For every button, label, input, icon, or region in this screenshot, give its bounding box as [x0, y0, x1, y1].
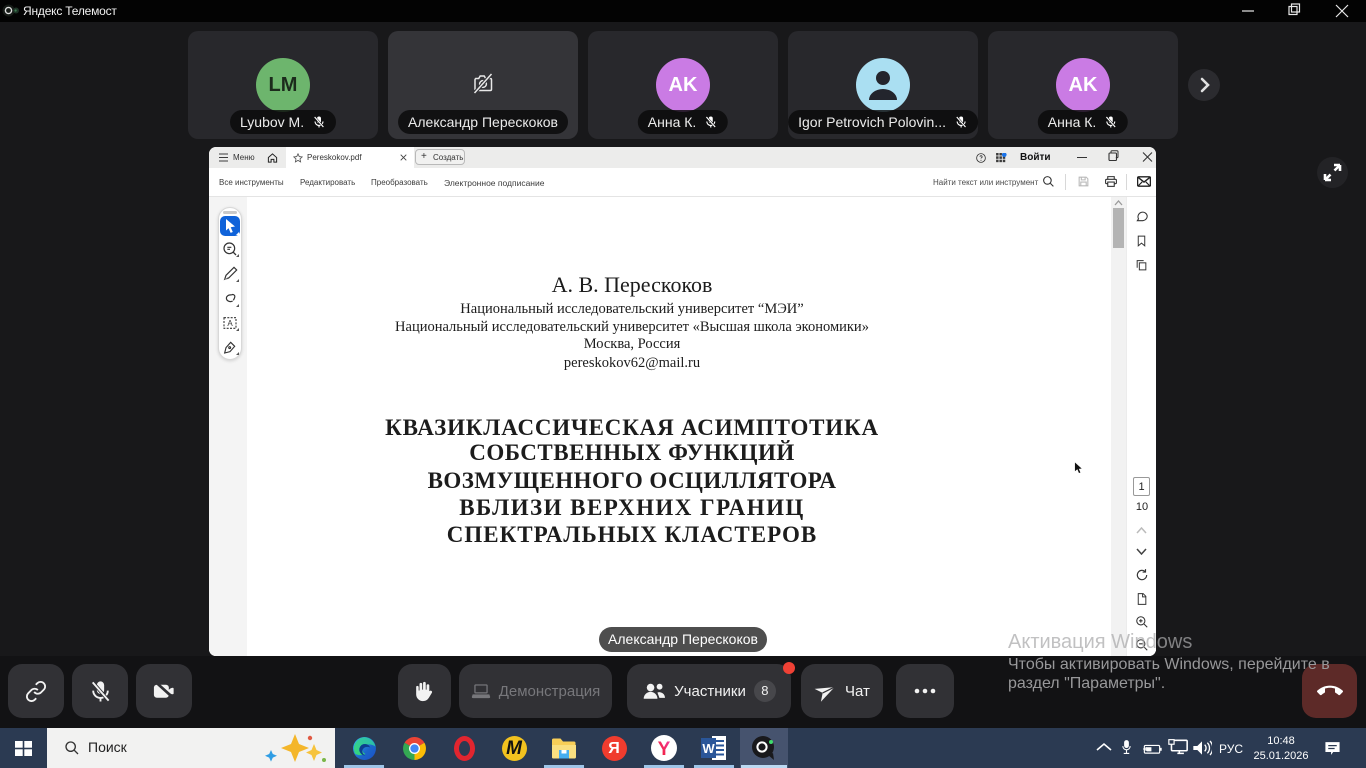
svg-text:Y: Y	[658, 739, 671, 760]
svg-text:W: W	[702, 741, 715, 756]
